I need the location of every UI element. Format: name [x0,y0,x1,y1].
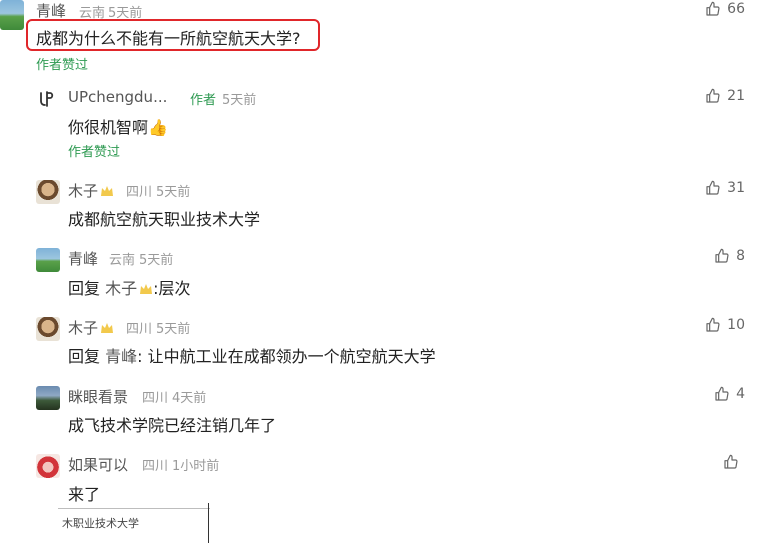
avatar[interactable] [36,248,60,272]
comment-time: 5天前 [139,253,174,268]
comment-text: 回复 木子 :层次 [68,275,191,299]
thumbs-up-icon [706,317,720,332]
comment-time: 5天前 [156,322,191,337]
like-button[interactable]: 4 [714,386,745,402]
like-button[interactable]: 10 [705,317,745,333]
thumbs-up-icon [715,386,729,401]
like-button[interactable]: 31 [705,180,745,196]
avatar[interactable] [36,180,60,204]
like-count: 4 [736,386,745,402]
avatar[interactable] [0,0,24,30]
comment-text: 成飞技术学院已经注销几年了 [68,416,277,435]
avatar[interactable] [36,454,60,478]
comment-location: 四川 [142,391,169,406]
comment-text: 成都为什么不能有一所航空航天大学? [36,29,301,48]
crown-icon [101,186,114,196]
comment-username[interactable]: 青峰 [36,0,66,21]
like-count: 8 [736,248,745,264]
comment-time: 4天前 [172,391,207,406]
thumbs-up-icon [715,248,729,263]
thumbs-up-icon [706,88,720,103]
comment-username[interactable]: 青峰 [68,248,98,269]
comment-text: 回复 青峰: 让中航工业在成都领办一个航空航天大学 [68,343,436,367]
comment-location: 四川 [142,459,169,474]
reply-text: : 让中航工业在成都领办一个航空航天大学 [137,347,436,366]
like-button[interactable] [723,454,745,470]
comment-location: 四川 [126,185,153,200]
comment-time: 5天前 [222,93,257,108]
author-tag: 作者 [190,93,217,108]
comment-username[interactable]: UPchengdu... [68,88,167,106]
avatar[interactable] [36,386,60,410]
comment-username[interactable]: 眯眼看景 [68,386,128,407]
reply-word: 回复 [68,347,101,366]
comment-username[interactable]: 木子 [68,180,114,201]
like-button[interactable]: 66 [705,1,745,17]
like-button[interactable]: 21 [705,88,745,104]
like-count: 31 [727,180,745,196]
like-count: 10 [727,317,745,333]
author-liked-label: 作者赞过 [68,145,121,160]
comment-time: 5天前 [156,185,191,200]
avatar[interactable] [36,317,60,341]
reply-text: :层次 [153,279,191,298]
comment-username[interactable]: 如果可以 [68,454,128,475]
thumbs-up-icon [706,1,720,16]
avatar[interactable] [36,88,58,110]
crown-icon [101,323,114,333]
reply-target[interactable]: 青峰 [105,347,137,366]
comment-location: 四川 [126,322,153,337]
comment-time: 1小时前 [172,459,220,474]
attached-image[interactable]: 木职业技术大学 [58,503,210,543]
comment-username[interactable]: 木子 [68,317,114,338]
reply-target[interactable]: 木子 [105,279,137,298]
reply-word: 回复 [68,279,101,298]
up-logo-icon [40,91,54,107]
comment-location: 云南 [109,253,136,268]
image-divider [208,503,209,543]
like-count: 66 [727,1,745,17]
comment-text: 成都航空航天职业技术大学 [68,210,261,229]
comment-text: 来了 [68,485,101,504]
thumbs-up-icon [706,180,720,195]
thumbs-up-icon [724,454,738,469]
attached-image-text: 木职业技术大学 [62,517,139,530]
comment-text: 你很机智啊👍 [68,118,168,137]
like-button[interactable]: 8 [714,248,745,264]
author-liked-label: 作者赞过 [36,58,89,73]
crown-icon [140,284,153,294]
like-count: 21 [727,88,745,104]
